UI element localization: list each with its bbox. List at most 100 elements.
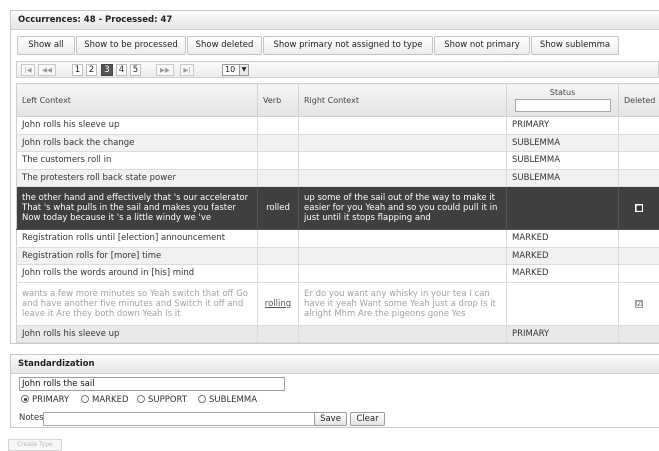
- status-cell: MARKED: [507, 247, 619, 265]
- left-context-header[interactable]: Left Context: [17, 84, 258, 117]
- left-context-cell: The customers roll in: [17, 152, 258, 170]
- left-context-cell: the other hand and effectively that 's o…: [17, 187, 258, 230]
- status-cell: MARKED: [507, 265, 619, 283]
- standardization-input[interactable]: John rolls the sail: [19, 377, 285, 391]
- page-1[interactable]: 1: [72, 64, 83, 76]
- page-2[interactable]: 2: [86, 64, 97, 76]
- next-page-button[interactable]: ▶▶: [156, 64, 174, 76]
- verb-cell: rolling: [258, 282, 299, 325]
- right-context-cell: [299, 117, 507, 135]
- table-row[interactable]: Registration rolls for [more] time MARKE…: [17, 247, 659, 265]
- deleted-cell: [619, 152, 659, 170]
- table-row[interactable]: John rolls back the change SUBLEMMA: [17, 134, 659, 152]
- status-cell: [507, 282, 619, 325]
- left-context-cell: The protesters roll back state power: [17, 169, 258, 187]
- table-header-row: Left Context Verb Right Context Status D…: [17, 84, 659, 117]
- left-context-cell: John rolls his sleeve up: [17, 325, 258, 343]
- table-row-deleted[interactable]: wants a few more minutes so Yeah switch …: [17, 282, 659, 325]
- page-size-value: 10: [225, 65, 235, 74]
- status-cell: [507, 187, 619, 230]
- right-context-cell: [299, 247, 507, 265]
- page-5[interactable]: 5: [130, 64, 141, 76]
- radio-icon: [198, 395, 206, 403]
- table-row[interactable]: Registration rolls until [election] anno…: [17, 230, 659, 248]
- show-deleted-button[interactable]: Show deleted: [187, 36, 262, 55]
- verb-cell: [258, 230, 299, 248]
- radio-marked[interactable]: MARKED: [81, 395, 129, 405]
- show-sublemma-button[interactable]: Show sublemma: [531, 36, 619, 55]
- right-context-cell: [299, 230, 507, 248]
- occurrences-panel: Occurrences: 48 - Processed: 47 Show all…: [10, 10, 659, 344]
- status-header-label[interactable]: Status: [550, 88, 576, 97]
- deleted-cell: [619, 117, 659, 135]
- left-context-cell: John rolls back the change: [17, 134, 258, 152]
- deleted-cell: [619, 325, 659, 343]
- radio-marked-label: MARKED: [92, 395, 129, 405]
- table-row[interactable]: John rolls his sleeve up PRIMARY: [17, 325, 659, 343]
- right-context-cell: up some of the sail out of the way to ma…: [299, 187, 507, 230]
- deleted-cell: ■: [619, 187, 659, 230]
- table-row[interactable]: The protesters roll back state power SUB…: [17, 169, 659, 187]
- pager: |◀ ◀◀ 1 2 3 4 5 ▶▶ ▶| 10 ▼: [16, 61, 659, 78]
- right-context-cell: [299, 134, 507, 152]
- verb-header[interactable]: Verb: [258, 84, 299, 117]
- page-4[interactable]: 4: [116, 64, 127, 76]
- last-page-button[interactable]: ▶|: [180, 64, 194, 76]
- verb-cell: [258, 169, 299, 187]
- create-type-button[interactable]: Create Type: [8, 439, 62, 451]
- status-filter-input[interactable]: [515, 99, 611, 112]
- show-not-primary-button[interactable]: Show not primary: [434, 36, 530, 55]
- left-context-cell: wants a few more minutes so Yeah switch …: [17, 282, 258, 325]
- status-cell: SUBLEMMA: [507, 152, 619, 170]
- first-page-button[interactable]: |◀: [21, 64, 35, 76]
- radio-primary[interactable]: PRIMARY: [21, 395, 69, 405]
- prev-page-button[interactable]: ◀◀: [38, 64, 56, 76]
- page-size-select[interactable]: 10 ▼: [222, 64, 249, 76]
- table-row[interactable]: John rolls the words around in [his] min…: [17, 265, 659, 283]
- occurrences-table: Left Context Verb Right Context Status D…: [16, 83, 659, 343]
- notes-label: Notes: [19, 413, 44, 423]
- save-button[interactable]: Save: [314, 412, 347, 426]
- clear-button[interactable]: Clear: [350, 412, 385, 426]
- status-cell: PRIMARY: [507, 117, 619, 135]
- deleted-checkbox[interactable]: ■: [635, 204, 643, 212]
- radio-icon: [81, 395, 89, 403]
- radio-support-label: SUPPORT: [148, 395, 187, 405]
- show-primary-not-assigned-button[interactable]: Show primary not assigned to type: [263, 36, 433, 55]
- radio-sublemma[interactable]: SUBLEMMA: [198, 395, 257, 405]
- status-cell: PRIMARY: [507, 325, 619, 343]
- deleted-checkbox[interactable]: ☑: [635, 300, 643, 308]
- table-row-selected[interactable]: the other hand and effectively that 's o…: [17, 187, 659, 230]
- table-row[interactable]: John rolls his sleeve up PRIMARY: [17, 117, 659, 135]
- right-context-cell: [299, 169, 507, 187]
- left-context-cell: Registration rolls for [more] time: [17, 247, 258, 265]
- deleted-cell: [619, 169, 659, 187]
- deleted-cell: [619, 230, 659, 248]
- left-context-cell: Registration rolls until [election] anno…: [17, 230, 258, 248]
- status-cell: SUBLEMMA: [507, 134, 619, 152]
- verb-cell: rolled: [258, 187, 299, 230]
- deleted-header[interactable]: Deleted: [619, 84, 659, 117]
- radio-support[interactable]: SUPPORT: [137, 395, 187, 405]
- show-all-button[interactable]: Show all: [17, 36, 75, 55]
- table-row[interactable]: The customers roll in SUBLEMMA: [17, 152, 659, 170]
- radio-sublemma-label: SUBLEMMA: [209, 395, 257, 405]
- deleted-cell: [619, 247, 659, 265]
- deleted-cell: ☑: [619, 282, 659, 325]
- left-context-cell: John rolls his sleeve up: [17, 117, 258, 135]
- verb-cell: [258, 265, 299, 283]
- right-context-header[interactable]: Right Context: [299, 84, 507, 117]
- chevron-down-icon: ▼: [239, 65, 248, 75]
- page-3[interactable]: 3: [101, 64, 113, 76]
- notes-input[interactable]: [43, 412, 320, 426]
- radio-primary-label: PRIMARY: [32, 395, 69, 405]
- right-context-cell: Er do you want any whisky in your tea I …: [299, 282, 507, 325]
- verb-cell: [258, 117, 299, 135]
- standardization-panel: Standardization John rolls the sail PRIM…: [10, 354, 659, 428]
- verb-cell: [258, 152, 299, 170]
- show-to-be-processed-button[interactable]: Show to be processed: [76, 36, 186, 55]
- status-cell: MARKED: [507, 230, 619, 248]
- right-context-cell: [299, 325, 507, 343]
- right-context-cell: [299, 265, 507, 283]
- verb-cell: [258, 134, 299, 152]
